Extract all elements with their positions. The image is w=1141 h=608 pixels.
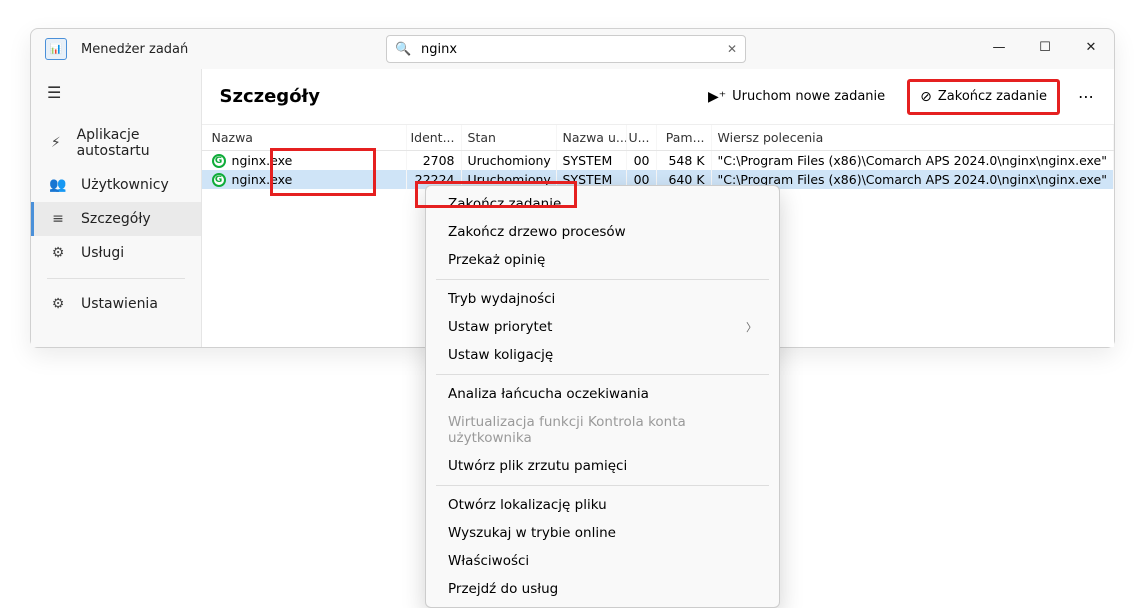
run-task-label: Uruchom nowe zadanie <box>732 89 885 104</box>
header-actions: ▶⁺ Uruchom nowe zadanie ⊘ Zakończ zadani… <box>698 79 1100 115</box>
cell-status: Uruchomiony <box>462 151 557 170</box>
menu-feedback[interactable]: Przekaż opinię <box>426 246 779 274</box>
menu-efficiency[interactable]: Tryb wydajności <box>426 285 779 313</box>
app-icon: 📊 <box>45 38 67 60</box>
context-menu: Zakończ zadanie Zakończ drzewo procesów … <box>425 185 780 608</box>
menu-label: Otwórz lokalizację pliku <box>448 497 607 513</box>
col-cmd[interactable]: Wiersz polecenia <box>712 125 1114 150</box>
menu-affinity[interactable]: Ustaw koligację <box>426 341 779 369</box>
menu-label: Przekaż opinię <box>448 252 545 268</box>
menu-label: Właściwości <box>448 553 529 569</box>
menu-separator <box>436 279 769 280</box>
menu-open-location[interactable]: Otwórz lokalizację pliku <box>426 491 779 519</box>
end-task-icon: ⊘ <box>920 89 932 105</box>
menu-end-task[interactable]: Zakończ zadanie <box>426 190 779 218</box>
sidebar-item-details[interactable]: ≡ Szczegóły <box>31 202 201 236</box>
col-name[interactable]: Nazwa <box>202 125 407 150</box>
col-mem[interactable]: Pam... <box>657 125 712 150</box>
cell-cmd: "C:\Program Files (x86)\Comarch APS 2024… <box>712 151 1114 170</box>
col-status[interactable]: Stan <box>462 125 557 150</box>
menu-dump[interactable]: Utwórz plik zrzutu pamięci <box>426 452 779 480</box>
more-options-button[interactable]: ⋯ <box>1072 83 1100 110</box>
sidebar-item-label: Aplikacje autostartu <box>77 127 183 159</box>
menu-label: Ustaw priorytet <box>448 319 552 335</box>
close-button[interactable]: ✕ <box>1068 29 1114 65</box>
menu-end-tree[interactable]: Zakończ drzewo procesów <box>426 218 779 246</box>
menu-uac-virtualization: Wirtualizacja funkcji Kontrola konta uży… <box>426 408 779 452</box>
sidebar-item-label: Ustawienia <box>81 296 158 312</box>
sidebar-item-label: Szczegóły <box>81 211 151 227</box>
titlebar: 📊 Menedżer zadań 🔍 ✕ — ☐ ✕ <box>31 29 1114 69</box>
end-task-label: Zakończ zadanie <box>938 89 1047 104</box>
menu-priority[interactable]: Ustaw priorytet 〉 <box>426 313 779 341</box>
cell-user: SYSTEM <box>557 151 627 170</box>
col-user[interactable]: Nazwa u... <box>557 125 627 150</box>
table-row[interactable]: G nginx.exe 2708 Uruchomiony SYSTEM 00 5… <box>202 151 1114 170</box>
menu-label: Zakończ zadanie <box>448 196 561 212</box>
settings-icon: ⚙ <box>49 296 67 312</box>
menu-separator <box>436 374 769 375</box>
sidebar-item-settings[interactable]: ⚙ Ustawienia <box>31 287 201 321</box>
app-title: Menedżer zadań <box>81 42 188 57</box>
menu-go-services[interactable]: Przejdź do usług <box>426 575 779 603</box>
sidebar: ☰ ⚡ Aplikacje autostartu 👥 Użytkownicy ≡… <box>31 69 202 347</box>
users-icon: 👥 <box>49 177 67 193</box>
cell-name: G nginx.exe <box>202 151 407 170</box>
sidebar-item-label: Użytkownicy <box>81 177 169 193</box>
details-icon: ≡ <box>49 211 67 227</box>
menu-label: Zakończ drzewo procesów <box>448 224 626 240</box>
chevron-right-icon: 〉 <box>746 319 757 335</box>
sidebar-separator <box>47 278 185 279</box>
process-name: nginx.exe <box>232 153 293 168</box>
menu-wait-chain[interactable]: Analiza łańcucha oczekiwania <box>426 380 779 408</box>
menu-separator <box>436 485 769 486</box>
menu-label: Wyszukaj w trybie online <box>448 525 616 541</box>
process-icon: G <box>212 173 226 187</box>
col-pid[interactable]: Ident... <box>407 125 462 150</box>
menu-label: Analiza łańcucha oczekiwania <box>448 386 649 402</box>
window-controls: — ☐ ✕ <box>976 29 1114 65</box>
col-cpu[interactable]: U... <box>627 125 657 150</box>
sidebar-item-services[interactable]: ⚙ Usługi <box>31 236 201 270</box>
menu-label: Wirtualizacja funkcji Kontrola konta uży… <box>448 414 757 446</box>
sidebar-item-startup[interactable]: ⚡ Aplikacje autostartu <box>31 118 201 168</box>
table-header: Nazwa Ident... Stan Nazwa u... U... Pam.… <box>202 125 1114 151</box>
cell-cpu: 00 <box>627 151 657 170</box>
search-icon: 🔍 <box>395 42 411 57</box>
minimize-button[interactable]: — <box>976 29 1022 65</box>
content-header: Szczegóły ▶⁺ Uruchom nowe zadanie ⊘ Zako… <box>202 69 1114 125</box>
menu-label: Utwórz plik zrzutu pamięci <box>448 458 627 474</box>
menu-label: Ustaw koligację <box>448 347 553 363</box>
clear-search-icon[interactable]: ✕ <box>727 42 737 56</box>
run-task-icon: ▶⁺ <box>708 89 726 105</box>
maximize-button[interactable]: ☐ <box>1022 29 1068 65</box>
search-box[interactable]: 🔍 ✕ <box>386 35 746 63</box>
run-new-task-button[interactable]: ▶⁺ Uruchom nowe zadanie <box>698 82 895 112</box>
services-icon: ⚙ <box>49 245 67 261</box>
cell-name: G nginx.exe <box>202 170 407 189</box>
cell-pid: 2708 <box>407 151 462 170</box>
end-task-button[interactable]: ⊘ Zakończ zadanie <box>907 79 1060 115</box>
menu-search-online[interactable]: Wyszukaj w trybie online <box>426 519 779 547</box>
sidebar-item-label: Usługi <box>81 245 124 261</box>
process-icon: G <box>212 154 226 168</box>
search-input[interactable] <box>421 42 727 57</box>
menu-label: Przejdź do usług <box>448 581 558 597</box>
cell-mem: 548 K <box>657 151 712 170</box>
menu-label: Tryb wydajności <box>448 291 555 307</box>
startup-icon: ⚡ <box>49 135 63 151</box>
menu-properties[interactable]: Właściwości <box>426 547 779 575</box>
process-name: nginx.exe <box>232 172 293 187</box>
page-title: Szczegóły <box>220 86 320 107</box>
hamburger-icon[interactable]: ☰ <box>31 77 201 108</box>
sidebar-item-users[interactable]: 👥 Użytkownicy <box>31 168 201 202</box>
